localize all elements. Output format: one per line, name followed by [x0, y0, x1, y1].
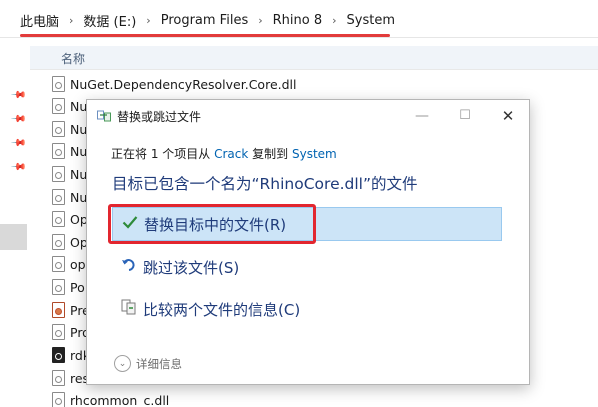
file-row[interactable]: Nu	[52, 118, 87, 140]
dll-file-icon	[52, 211, 65, 227]
minimize-icon[interactable]: —	[407, 105, 437, 127]
column-header-name[interactable]: 名称	[30, 46, 598, 70]
file-name: op	[70, 256, 86, 272]
breadcrumb-item-program-files[interactable]: Program Files	[157, 13, 253, 28]
breadcrumb-separator-icon: ›	[332, 14, 337, 27]
address-bar[interactable]: 此电脑 › 数据 (E:) › Program Files › Rhino 8 …	[0, 0, 598, 38]
dialog-title: 替换或跳过文件	[117, 110, 202, 124]
file-name: Nu	[70, 189, 88, 205]
file-name: Nu	[70, 98, 88, 114]
dll-file-icon	[52, 370, 65, 386]
rhino-file-icon	[52, 302, 65, 318]
dll-file-icon	[52, 121, 65, 137]
dll-file-icon	[52, 98, 65, 114]
file-name: rhcommon_c.dll	[70, 392, 170, 407]
pin-icon[interactable]: 📌	[10, 111, 27, 128]
skip-arrow-icon	[120, 257, 138, 277]
file-row[interactable]: Op	[52, 231, 88, 253]
dll-file-icon	[52, 189, 65, 205]
breadcrumb-separator-icon: ›	[146, 14, 151, 27]
breadcrumb-item-rhino[interactable]: Rhino 8	[269, 13, 326, 28]
annotation-underline	[20, 34, 390, 37]
file-row[interactable]: Nu	[52, 140, 87, 162]
copy-description: 正在将 1 个项目从 Crack 复制到 System	[111, 145, 337, 162]
copy-mid-text: 复制到	[252, 147, 289, 161]
file-row[interactable]: Pre	[52, 299, 90, 321]
file-row[interactable]: NuGet.DependencyResolver.Core.dll	[52, 73, 297, 95]
nav-item-selected[interactable]	[0, 224, 27, 250]
file-row[interactable]: Op	[52, 208, 88, 230]
file-row[interactable]: Nu	[52, 186, 87, 208]
file-row[interactable]: Nu	[52, 95, 87, 117]
file-row[interactable]: res	[52, 367, 89, 389]
copy-prefix-text: 正在将 1 个项目从	[111, 147, 211, 161]
breadcrumb: 此电脑 › 数据 (E:) › Program Files › Rhino 8 …	[16, 11, 399, 30]
file-name: Po	[70, 279, 85, 295]
dll-file-icon	[52, 166, 65, 182]
file-row[interactable]: rdk	[52, 344, 90, 366]
compare-files-icon	[120, 299, 138, 319]
file-name: Nu	[70, 143, 88, 159]
compare-files-label: 比较两个文件的信息(C)	[143, 300, 301, 319]
skip-file-label: 跳过该文件(S)	[143, 258, 240, 277]
dll-file-icon	[52, 256, 65, 272]
dll-file-icon	[52, 392, 65, 407]
file-row[interactable]: op	[52, 253, 86, 275]
breadcrumb-separator-icon: ›	[258, 14, 263, 27]
details-label: 详细信息	[136, 356, 182, 371]
conflict-heading: 目标已包含一个名为“RhinoCore.dll”的文件	[112, 175, 418, 193]
pin-icon[interactable]: 📌	[10, 87, 27, 104]
file-row[interactable]: Po	[52, 276, 85, 298]
source-folder-link[interactable]: Crack	[214, 147, 248, 161]
dll-file-icon	[52, 279, 65, 295]
compare-files-option[interactable]: 比较两个文件的信息(C)	[112, 292, 502, 326]
dll-file-icon	[52, 234, 65, 250]
dll-file-icon	[52, 76, 65, 92]
file-name: Nu	[70, 166, 88, 182]
maximize-icon[interactable]: ☐	[450, 105, 480, 127]
file-transfer-icon	[97, 110, 111, 122]
destination-folder-link[interactable]: System	[292, 147, 337, 161]
dll-file-icon	[52, 143, 65, 159]
pin-icon[interactable]: 📌	[10, 135, 27, 152]
close-icon[interactable]: ✕	[493, 105, 523, 127]
dll-file-icon	[52, 324, 65, 340]
annotation-highlight-box	[108, 204, 316, 244]
skip-file-option[interactable]: 跳过该文件(S)	[112, 250, 502, 284]
file-row[interactable]: rhcommon_c.dll	[52, 389, 169, 407]
details-toggle[interactable]: ⌄ 详细信息	[114, 355, 182, 372]
pin-icon[interactable]: 📌	[10, 159, 27, 176]
navigation-pane: 📌 📌 📌 📌	[0, 38, 30, 407]
app-file-icon	[52, 347, 65, 363]
breadcrumb-item-drive[interactable]: 数据 (E:)	[79, 11, 140, 30]
breadcrumb-separator-icon: ›	[69, 14, 74, 27]
dialog-titlebar[interactable]: 替换或跳过文件 — ☐ ✕	[87, 100, 529, 132]
chevron-down-icon: ⌄	[114, 355, 131, 372]
file-name: Nu	[70, 121, 88, 137]
file-name: NuGet.DependencyResolver.Core.dll	[70, 76, 297, 92]
file-row[interactable]: Nu	[52, 163, 87, 185]
replace-or-skip-dialog: 替换或跳过文件 — ☐ ✕ 正在将 1 个项目从 Crack 复制到 Syste…	[86, 99, 530, 385]
breadcrumb-item-system[interactable]: System	[343, 13, 399, 28]
file-row[interactable]: Pro	[52, 321, 90, 343]
column-header-label: 名称	[61, 52, 86, 66]
breadcrumb-item-this-pc[interactable]: 此电脑	[16, 11, 63, 30]
